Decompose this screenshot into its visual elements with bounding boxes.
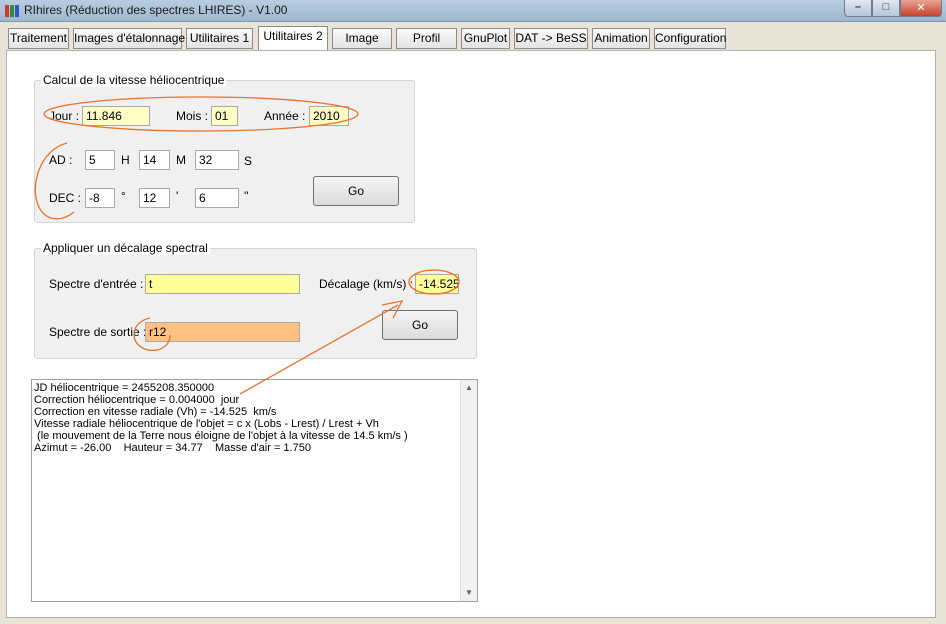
helio-group-title: Calcul de la vitesse héliocentrique: [41, 73, 227, 87]
input-spectrum-field[interactable]: t: [145, 274, 300, 294]
tab-traitement[interactable]: Traitement: [8, 28, 69, 49]
tab-page-utilitaires-2: Calcul de la vitesse héliocentrique Jour…: [6, 50, 936, 618]
close-icon: ✕: [916, 2, 926, 14]
dec-degrees-field[interactable]: -8: [85, 188, 115, 208]
minimize-icon: –: [854, 1, 862, 13]
ad-seconds-field[interactable]: 32: [195, 150, 239, 170]
window-title: RIhires (Réduction des spectres LHIRES) …: [24, 3, 288, 17]
close-button[interactable]: ✕: [900, 0, 942, 17]
dec-minutes-unit: ': [176, 189, 179, 203]
spectral-shift-group: Appliquer un décalage spectral Spectre d…: [34, 241, 477, 359]
tab-profil[interactable]: Profil: [396, 28, 457, 49]
ad-minutes-unit: M: [176, 153, 186, 167]
shift-go-button[interactable]: Go: [382, 310, 458, 340]
dec-degrees-unit: °: [121, 189, 126, 203]
tab-images-etalonnage[interactable]: Images d'étalonnage: [73, 28, 185, 49]
annee-label: Année :: [264, 109, 306, 123]
helio-velocity-group: Calcul de la vitesse héliocentrique Jour…: [34, 73, 415, 223]
ad-hours-field[interactable]: 5: [85, 150, 115, 170]
mois-label: Mois :: [176, 109, 209, 123]
mois-field[interactable]: 01: [211, 106, 238, 126]
app-icon: [5, 5, 19, 17]
jour-field[interactable]: 11.846: [82, 106, 150, 126]
tab-animation[interactable]: Animation: [592, 28, 650, 49]
helio-go-button[interactable]: Go: [313, 176, 399, 206]
results-text: JD héliocentrique = 2455208.350000 Corre…: [34, 382, 408, 454]
input-spectrum-label: Spectre d'entrée :: [49, 277, 144, 291]
shift-group-title: Appliquer un décalage spectral: [41, 241, 210, 255]
tab-utilitaires-1[interactable]: Utilitaires 1: [186, 28, 253, 49]
ad-label: AD :: [49, 153, 73, 167]
dec-minutes-field[interactable]: 12: [139, 188, 170, 208]
maximize-icon: □: [882, 1, 890, 13]
offset-label: Décalage (km/s) :: [319, 277, 414, 291]
ad-minutes-field[interactable]: 14: [139, 150, 170, 170]
results-scrollbar[interactable]: ▲ ▼: [460, 380, 477, 601]
tab-dat-bess[interactable]: DAT -> BeSS: [514, 28, 588, 49]
jour-label: Jour :: [49, 109, 80, 123]
tab-strip: Traitement Images d'étalonnage Utilitair…: [0, 22, 946, 52]
dec-label: DEC :: [49, 191, 82, 205]
dec-seconds-unit: '': [244, 189, 249, 203]
output-spectrum-field[interactable]: r12: [145, 322, 300, 342]
tab-utilitaires-2[interactable]: Utilitaires 2: [258, 26, 328, 50]
maximize-button[interactable]: □: [872, 0, 900, 17]
scroll-up-icon[interactable]: ▲: [461, 380, 477, 396]
window-controls: – □ ✕: [844, 0, 942, 18]
minimize-button[interactable]: –: [844, 0, 872, 17]
output-spectrum-label: Spectre de sortie :: [49, 325, 147, 339]
dec-seconds-field[interactable]: 6: [195, 188, 239, 208]
offset-field[interactable]: -14.525: [415, 274, 459, 294]
ad-seconds-unit: S: [244, 154, 253, 168]
tab-configuration[interactable]: Configuration: [654, 28, 726, 49]
tab-image[interactable]: Image: [332, 28, 392, 49]
tab-gnuplot[interactable]: GnuPlot: [461, 28, 510, 49]
scroll-down-icon[interactable]: ▼: [461, 585, 477, 601]
title-bar: RIhires (Réduction des spectres LHIRES) …: [0, 0, 946, 22]
results-textarea[interactable]: JD héliocentrique = 2455208.350000 Corre…: [31, 379, 478, 602]
ad-hours-unit: H: [121, 153, 130, 167]
annee-field[interactable]: 2010: [309, 106, 349, 126]
